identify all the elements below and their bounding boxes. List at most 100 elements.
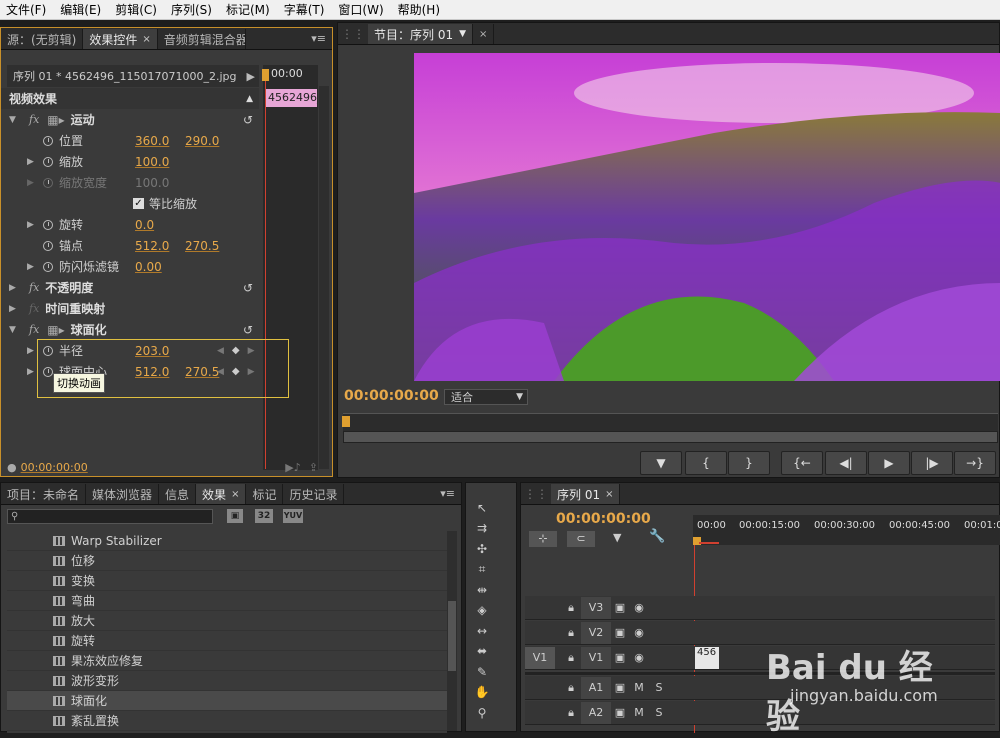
zoom-tool-icon[interactable]: ⚲ [472, 704, 492, 722]
ripple-edit-tool-icon[interactable]: ✣ [472, 540, 492, 558]
reset-icon[interactable]: ↺ [243, 281, 253, 295]
opacity-row[interactable]: ▶ fx 不透明度 ↺ [1, 277, 259, 298]
rotation-value[interactable]: 0.0 [135, 218, 154, 232]
center-x-value[interactable]: 512.0 [135, 365, 185, 379]
toggle-output-icon[interactable]: ▣ [611, 681, 629, 694]
effects-scrollbar[interactable] [447, 531, 457, 731]
solo-button[interactable]: S [649, 706, 669, 719]
go-to-out-button[interactable]: →} [954, 451, 996, 475]
add-keyframe-icon[interactable]: ◆ [232, 366, 240, 377]
playhead-marker[interactable] [342, 416, 350, 427]
rate-stretch-tool-icon[interactable]: ⇹ [472, 581, 492, 599]
collapse-arrow-icon[interactable]: ▲ [246, 94, 253, 104]
position-x-value[interactable]: 360.0 [135, 134, 185, 148]
list-item[interactable]: 紊乱置换 [7, 711, 447, 731]
list-item[interactable]: 位移 [7, 551, 447, 571]
rolling-edit-tool-icon[interactable]: ⌗ [472, 560, 492, 578]
stopwatch-icon[interactable] [43, 240, 53, 251]
close-tab[interactable]: × [473, 24, 495, 44]
tab-history[interactable]: 历史记录 [283, 484, 345, 504]
toggle-output-icon[interactable]: ▣ [611, 651, 629, 664]
stopwatch-icon[interactable] [43, 156, 53, 167]
tab-audio-mixer[interactable]: 音频剪辑混合器 [158, 29, 246, 49]
tab-effects[interactable]: 效果 × [196, 484, 247, 504]
list-item-selected[interactable]: 球面化 [7, 691, 447, 711]
32bit-effects-icon[interactable]: 32 [255, 509, 273, 523]
mark-out-button[interactable]: } [728, 451, 770, 475]
hand-tool-icon[interactable]: ✋ [472, 683, 492, 701]
toggle-output-icon[interactable]: ▣ [611, 626, 629, 639]
tab-project[interactable]: 项目：未命名 [1, 484, 87, 504]
lock-icon[interactable]: 🔒︎ [561, 681, 581, 695]
close-icon[interactable]: × [605, 489, 613, 500]
menu-help[interactable]: 帮助(H) [392, 1, 448, 18]
slip-tool-icon[interactable]: ↔ [472, 622, 492, 640]
close-icon[interactable]: × [479, 29, 487, 40]
prev-keyframe-icon[interactable]: ◀ [217, 367, 224, 377]
expand-triangle-icon[interactable]: ▼ [9, 115, 19, 125]
menu-window[interactable]: 窗口(W) [332, 1, 391, 18]
list-item[interactable]: 弯曲 [7, 591, 447, 611]
stopwatch-icon[interactable] [43, 366, 53, 377]
list-item[interactable]: 果冻效应修复 [7, 651, 447, 671]
source-patch[interactable]: V1 [525, 646, 555, 669]
add-marker-button[interactable]: ▼ [640, 451, 682, 475]
reset-icon[interactable]: ↺ [243, 323, 253, 337]
list-item[interactable]: Warp Stabilizer [7, 531, 447, 551]
time-remap-row[interactable]: ▶ fx 时间重映射 [1, 298, 259, 319]
tab-effect-controls[interactable]: 效果控件 × [83, 29, 158, 49]
tab-info[interactable]: 信息 [159, 484, 197, 504]
toggle-output-icon[interactable]: ▣ [611, 706, 629, 719]
eye-icon[interactable]: ◉ [629, 651, 649, 664]
eye-icon[interactable]: ◉ [629, 601, 649, 614]
wrench-icon[interactable]: 🔧 [649, 529, 665, 544]
track-select-tool-icon[interactable]: ⇉ [472, 519, 492, 537]
expand-triangle-icon[interactable]: ▶ [9, 304, 19, 314]
anchor-y-value[interactable]: 270.5 [185, 239, 219, 253]
mini-clip-chip[interactable]: 4562496_ [265, 89, 317, 107]
expand-triangle-icon[interactable]: ▶ [27, 346, 37, 356]
list-item[interactable]: 放大 [7, 611, 447, 631]
go-to-in-button[interactable]: {← [781, 451, 823, 475]
pen-tool-icon[interactable]: ✎ [472, 663, 492, 681]
panel-menu-icon[interactable]: ▾≡ [434, 487, 461, 500]
toggle-output-icon[interactable]: ▣ [611, 601, 629, 614]
add-keyframe-icon[interactable]: ◆ [232, 345, 240, 356]
fit-dropdown[interactable]: 适合 ▼ [444, 389, 528, 405]
add-marker-icon[interactable]: ▼ [613, 531, 621, 544]
razor-tool-icon[interactable]: ◈ [472, 601, 492, 619]
mini-playhead[interactable] [265, 69, 266, 469]
mark-in-button[interactable]: { [685, 451, 727, 475]
spherize-row[interactable]: ▼ fx ▦▸ 球面化 ↺ [1, 319, 259, 340]
lock-icon[interactable]: 🔒︎ [561, 601, 581, 615]
selection-tool-icon[interactable]: ↖ [472, 499, 492, 517]
radius-value[interactable]: 203.0 [135, 344, 217, 358]
menu-file[interactable]: 文件(F) [0, 1, 54, 18]
stopwatch-icon[interactable] [43, 345, 53, 356]
stopwatch-icon[interactable] [43, 135, 53, 146]
snap-button[interactable]: ⊹ [529, 531, 557, 547]
lock-icon[interactable]: 🔒︎ [561, 626, 581, 640]
close-icon[interactable]: × [142, 34, 150, 45]
step-back-button[interactable]: ◀| [825, 451, 867, 475]
program-timecode[interactable]: 00:00:00:00 [344, 388, 439, 404]
fx-icon[interactable]: fx [29, 113, 39, 126]
antiflicker-value[interactable]: 0.00 [135, 260, 162, 274]
list-item[interactable]: 旋转 [7, 631, 447, 651]
eye-icon[interactable]: ◉ [629, 626, 649, 639]
export-icon[interactable]: ⇪ [309, 461, 318, 474]
tab-media-browser[interactable]: 媒体浏览器 [86, 484, 160, 504]
work-area-bar[interactable] [699, 542, 719, 544]
prev-keyframe-icon[interactable]: ◀ [217, 346, 224, 356]
mini-playhead-handle[interactable] [262, 69, 269, 81]
position-y-value[interactable]: 290.0 [185, 134, 219, 148]
reset-icon[interactable]: ↺ [243, 113, 253, 127]
panel-menu-icon[interactable]: ▾≡ [305, 32, 332, 45]
mute-button[interactable]: M [629, 706, 649, 719]
step-forward-button[interactable]: |▶ [911, 451, 953, 475]
expand-arrow-icon[interactable]: ▶ [247, 70, 255, 83]
close-icon[interactable]: × [231, 489, 239, 500]
play-audio-icon[interactable]: ▶♪ [285, 461, 300, 474]
uniform-scale-checkbox[interactable]: ✓ [133, 198, 144, 209]
fx-icon[interactable]: fx [29, 323, 39, 336]
